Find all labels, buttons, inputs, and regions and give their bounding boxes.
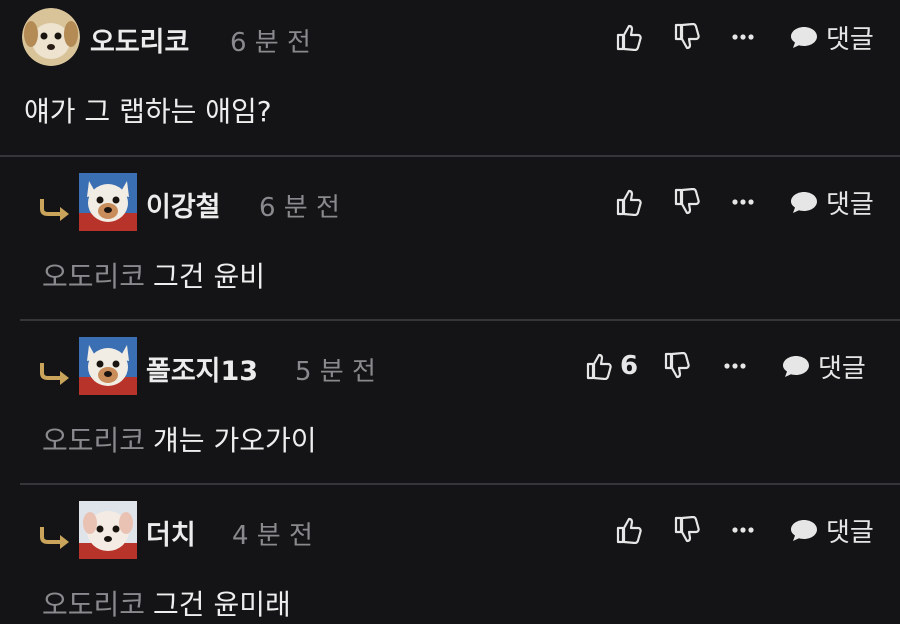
speech-bubble-icon xyxy=(783,356,809,377)
comment-timestamp: 6 분 전 xyxy=(259,193,340,223)
comment-item: 오도리코 6 분 전 댓글 얘가 그 랩하는 애임? xyxy=(0,0,900,156)
mention-tag[interactable]: 오도리코 xyxy=(42,424,145,457)
like-count: 6 xyxy=(620,351,639,381)
reply-button[interactable]: 댓글 xyxy=(790,173,874,231)
speech-bubble-icon xyxy=(791,27,817,48)
thumbs-down-icon xyxy=(674,516,700,543)
dog-avatar-icon xyxy=(79,501,137,559)
dislike-button[interactable] xyxy=(674,8,700,66)
reply-label: 댓글 xyxy=(826,24,874,55)
more-options-button[interactable] xyxy=(732,173,754,231)
thumbs-up-icon xyxy=(586,353,612,380)
more-dots-icon xyxy=(732,34,754,40)
comment-header: 오도리코 6 분 전 댓글 xyxy=(0,8,900,68)
comment-reply-item: 폴조지13 5 분 전 6 댓글 오도리코 걔는 가오가이 xyxy=(0,321,900,483)
comment-timestamp: 5 분 전 xyxy=(295,357,376,387)
avatar[interactable] xyxy=(79,337,137,395)
comment-author[interactable]: 오도리코 xyxy=(90,20,189,59)
avatar[interactable] xyxy=(79,173,137,231)
comment-timestamp: 6 분 전 xyxy=(230,28,311,58)
reply-button[interactable]: 댓글 xyxy=(790,501,874,559)
comment-actions: 댓글 xyxy=(616,501,876,559)
comment-reply-item: 이강철 6 분 전 댓글 오도리코 그건 윤비 xyxy=(0,157,900,319)
like-button[interactable] xyxy=(616,501,642,559)
comment-header: 더치 4 분 전 댓글 xyxy=(0,501,900,561)
reply-label: 댓글 xyxy=(826,189,874,220)
more-options-button[interactable] xyxy=(724,337,746,395)
thumbs-down-icon xyxy=(674,23,700,50)
like-button[interactable] xyxy=(616,173,642,231)
avatar[interactable] xyxy=(79,501,137,559)
comment-text: 얘가 그 랩하는 애임? xyxy=(24,95,272,128)
thumbs-up-icon xyxy=(616,24,642,51)
avatar[interactable] xyxy=(22,8,80,66)
thumbs-down-icon xyxy=(664,352,690,379)
reply-label: 댓글 xyxy=(818,353,866,384)
speech-bubble-icon xyxy=(791,520,817,541)
reply-arrow-icon xyxy=(40,527,69,549)
reply-button[interactable]: 댓글 xyxy=(782,337,866,395)
comment-reply-item: 더치 4 분 전 댓글 오도리코 그건 윤미래 xyxy=(0,485,900,624)
like-button[interactable] xyxy=(616,8,642,66)
comment-author[interactable]: 폴조지13 xyxy=(146,349,258,388)
like-button[interactable]: 6 xyxy=(586,337,638,395)
thumbs-up-icon xyxy=(616,189,642,216)
comment-actions: 댓글 xyxy=(616,8,876,66)
comment-actions: 댓글 xyxy=(616,173,876,231)
speech-bubble-icon xyxy=(791,192,817,213)
dislike-button[interactable] xyxy=(674,501,700,559)
reply-arrow-icon xyxy=(40,199,69,221)
comment-header: 폴조지13 5 분 전 6 댓글 xyxy=(0,337,900,397)
comment-header: 이강철 6 분 전 댓글 xyxy=(0,173,900,233)
more-dots-icon xyxy=(724,363,746,369)
dog-avatar-icon xyxy=(79,173,137,231)
mention-tag[interactable]: 오도리코 xyxy=(42,260,145,293)
reply-arrow-icon xyxy=(40,363,69,385)
thumbs-down-icon xyxy=(674,188,700,215)
dislike-button[interactable] xyxy=(674,173,700,231)
comment-author[interactable]: 이강철 xyxy=(146,185,221,224)
comment-text: 오도리코 걔는 가오가이 xyxy=(42,424,317,457)
comment-text: 오도리코 그건 윤미래 xyxy=(42,588,291,621)
dog-avatar-icon xyxy=(22,8,80,66)
more-dots-icon xyxy=(732,199,754,205)
comment-author[interactable]: 더치 xyxy=(146,513,196,552)
thumbs-up-icon xyxy=(616,517,642,544)
comment-text: 오도리코 그건 윤비 xyxy=(42,260,265,293)
mention-tag[interactable]: 오도리코 xyxy=(42,588,145,621)
comment-actions: 6 댓글 xyxy=(586,337,876,395)
reply-button[interactable]: 댓글 xyxy=(790,8,874,66)
more-dots-icon xyxy=(732,527,754,533)
comment-timestamp: 4 분 전 xyxy=(232,521,313,551)
dislike-button[interactable] xyxy=(664,337,690,395)
more-options-button[interactable] xyxy=(732,501,754,559)
more-options-button[interactable] xyxy=(732,8,754,66)
reply-label: 댓글 xyxy=(826,517,874,548)
dog-avatar-icon xyxy=(79,337,137,395)
